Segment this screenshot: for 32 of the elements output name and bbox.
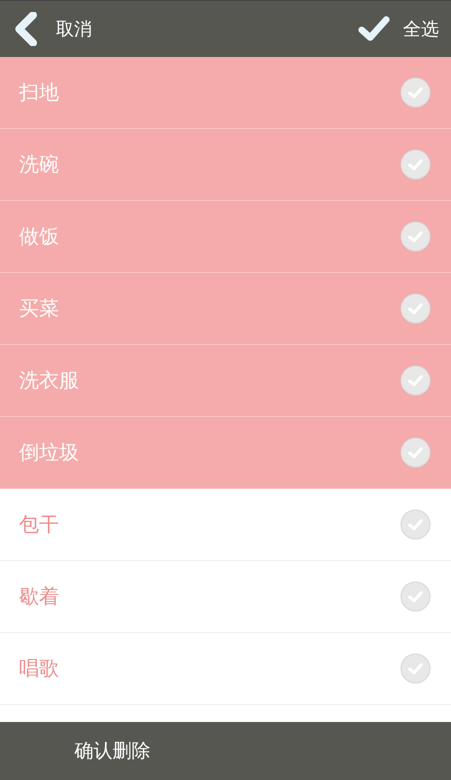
list-item[interactable]: 扫地 bbox=[0, 57, 451, 129]
check-circle-icon[interactable] bbox=[400, 293, 431, 324]
item-label: 包干 bbox=[19, 511, 59, 538]
item-label: 洗碗 bbox=[19, 151, 59, 178]
cancel-button[interactable]: 取消 bbox=[14, 12, 92, 46]
check-circle-icon[interactable] bbox=[400, 77, 431, 108]
check-circle-icon[interactable] bbox=[400, 581, 431, 612]
item-label: 歇着 bbox=[19, 583, 59, 610]
check-circle-icon[interactable] bbox=[400, 509, 431, 540]
item-label: 做饭 bbox=[19, 223, 59, 250]
confirm-delete-button[interactable]: 确认删除 bbox=[0, 722, 225, 780]
check-circle-icon[interactable] bbox=[400, 653, 431, 684]
check-circle-icon[interactable] bbox=[400, 365, 431, 396]
select-all-button[interactable]: 全选 bbox=[357, 14, 439, 44]
list-item[interactable]: 倒垃圾 bbox=[0, 417, 451, 489]
check-circle-icon[interactable] bbox=[400, 221, 431, 252]
check-circle-icon[interactable] bbox=[400, 437, 431, 468]
list-item[interactable]: 歇着 bbox=[0, 561, 451, 633]
list-item[interactable]: 洗衣服 bbox=[0, 345, 451, 417]
list-item[interactable]: 洗碗 bbox=[0, 129, 451, 201]
item-label: 买菜 bbox=[19, 295, 59, 322]
list-item[interactable]: 买菜 bbox=[0, 273, 451, 345]
check-circle-icon[interactable] bbox=[400, 149, 431, 180]
item-label: 倒垃圾 bbox=[19, 439, 79, 466]
back-icon bbox=[14, 12, 40, 46]
item-label: 唱歌 bbox=[19, 655, 59, 682]
list-item[interactable]: 做饭 bbox=[0, 201, 451, 273]
item-label: 洗衣服 bbox=[19, 367, 79, 394]
list-item[interactable]: 唱歌 bbox=[0, 633, 451, 705]
check-icon bbox=[357, 14, 391, 44]
item-label: 扫地 bbox=[19, 79, 59, 106]
list-item[interactable]: 包干 bbox=[0, 489, 451, 561]
